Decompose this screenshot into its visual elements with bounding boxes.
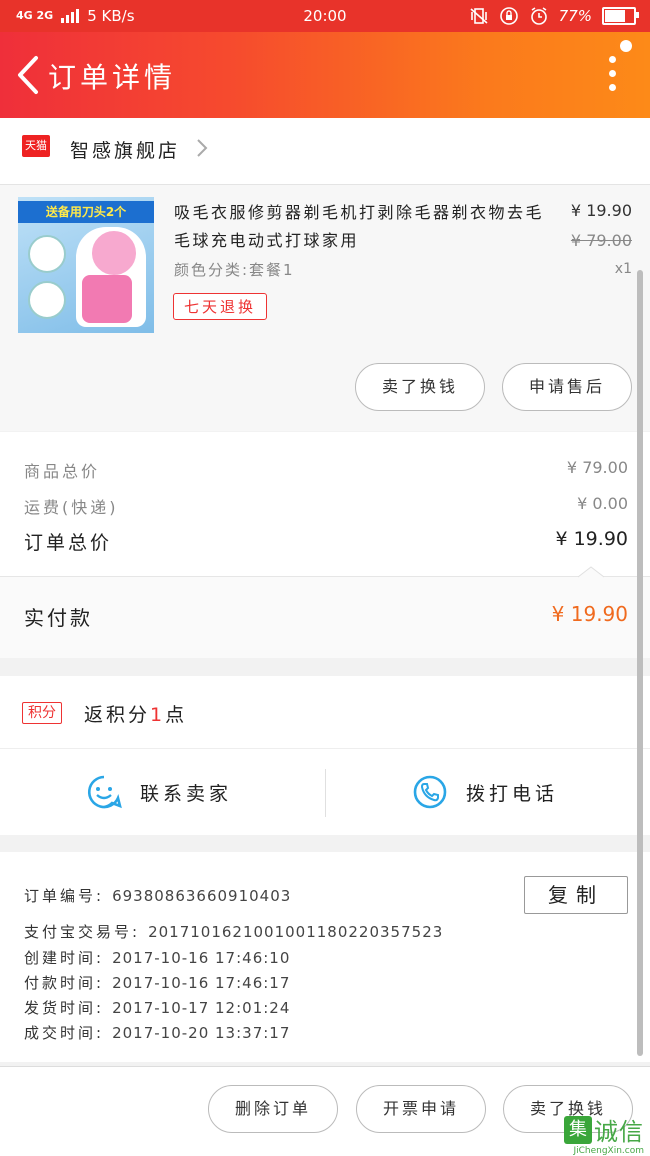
product-price: ¥ 19.90 (570, 201, 632, 220)
watermark-logo: 集 诚信 JiChengXin.com (564, 1112, 644, 1156)
created-time-row: 创建时间: 2017-10-16 17:46:10 (24, 949, 291, 967)
product-spec: 颜色分类:套餐1 (174, 261, 295, 279)
product-image-banner: 送备用刀头2个 (18, 201, 154, 223)
completed-time-row: 成交时间: 2017-10-20 13:37:17 (24, 1024, 291, 1042)
product-card[interactable]: 送备用刀头2个 吸毛衣服修剪器剃毛机打剥除毛器剃衣物去毛毛球充电动式打球家用 颜… (0, 185, 650, 431)
points-row: 积分 返积分1点 (0, 676, 650, 749)
points-text: 返积分1点 (84, 704, 188, 726)
call-phone-label: 拨打电话 (466, 782, 559, 805)
shop-name[interactable]: 智感旗舰店 (70, 136, 180, 163)
product-image[interactable]: 送备用刀头2个 (18, 197, 154, 333)
contact-seller-label: 联系卖家 (140, 782, 233, 805)
delete-order-button[interactable]: 删除订单 (208, 1085, 338, 1133)
product-quantity: x1 (614, 261, 632, 277)
back-arrow-icon[interactable] (8, 50, 48, 100)
tmall-badge: 天猫 (22, 135, 50, 157)
phone-icon (413, 775, 447, 809)
resell-button[interactable]: 卖了换钱 (355, 363, 485, 411)
order-total-value: ¥ 19.90 (555, 528, 628, 550)
price-summary: 商品总价 ¥ 79.00 运费(快递) ¥ 0.00 订单总价 ¥ 19.90 … (0, 432, 650, 658)
battery-icon (602, 7, 639, 25)
product-title[interactable]: 吸毛衣服修剪器剃毛机打剥除毛器剃衣物去毛毛球充电动式打球家用 (174, 199, 554, 255)
caret-up-icon (578, 566, 604, 578)
page-title: 订单详情 (48, 61, 177, 94)
after-sales-button[interactable]: 申请售后 (502, 363, 632, 411)
chat-smile-icon (87, 775, 122, 809)
paid-time-row: 付款时间: 2017-10-16 17:46:17 (24, 974, 291, 992)
chevron-right-icon (197, 139, 208, 157)
paid-value: ¥ 19.90 (551, 602, 628, 626)
shipping-value: ¥ 0.00 (577, 494, 628, 513)
points-badge: 积分 (22, 702, 62, 724)
invoice-request-button[interactable]: 开票申请 (356, 1085, 486, 1133)
bottom-action-bar: 删除订单 开票申请 卖了换钱 (0, 1066, 650, 1156)
shop-row[interactable]: 天猫 智感旗舰店 (0, 118, 650, 185)
order-info: 订单编号: 69380863660910403 复制 支付宝交易号: 2017101… (0, 852, 650, 1062)
more-menu-icon[interactable] (602, 56, 622, 96)
copy-button[interactable]: 复制 (524, 876, 628, 914)
notification-dot (620, 40, 632, 52)
contact-row: 联系卖家 拨打电话 (0, 749, 650, 835)
return-policy-tag: 七天退换 (173, 293, 268, 320)
status-bar: 4G 2G 5 KB/s 20:00 77% (0, 0, 650, 32)
rotation-lock-icon (499, 7, 518, 25)
call-phone-button[interactable]: 拨打电话 (412, 749, 558, 835)
product-original-price: ¥ 79.00 (570, 231, 632, 250)
battery-label: 77% (558, 7, 592, 25)
order-number-row: 订单编号: 69380863660910403 (24, 887, 292, 905)
alipay-txn-row: 支付宝交易号: 2017101621001001180220357523 (24, 923, 444, 941)
contact-seller-button[interactable]: 联系卖家 (86, 749, 232, 835)
scrollbar[interactable] (637, 270, 643, 1056)
alarm-icon (530, 7, 547, 25)
nav-bar: 订单详情 (0, 32, 650, 118)
contact-divider (325, 769, 326, 817)
goods-total-value: ¥ 79.00 (566, 458, 628, 477)
vibrate-icon (470, 8, 488, 24)
shipped-time-row: 发货时间: 2017-10-17 12:01:24 (24, 999, 291, 1017)
